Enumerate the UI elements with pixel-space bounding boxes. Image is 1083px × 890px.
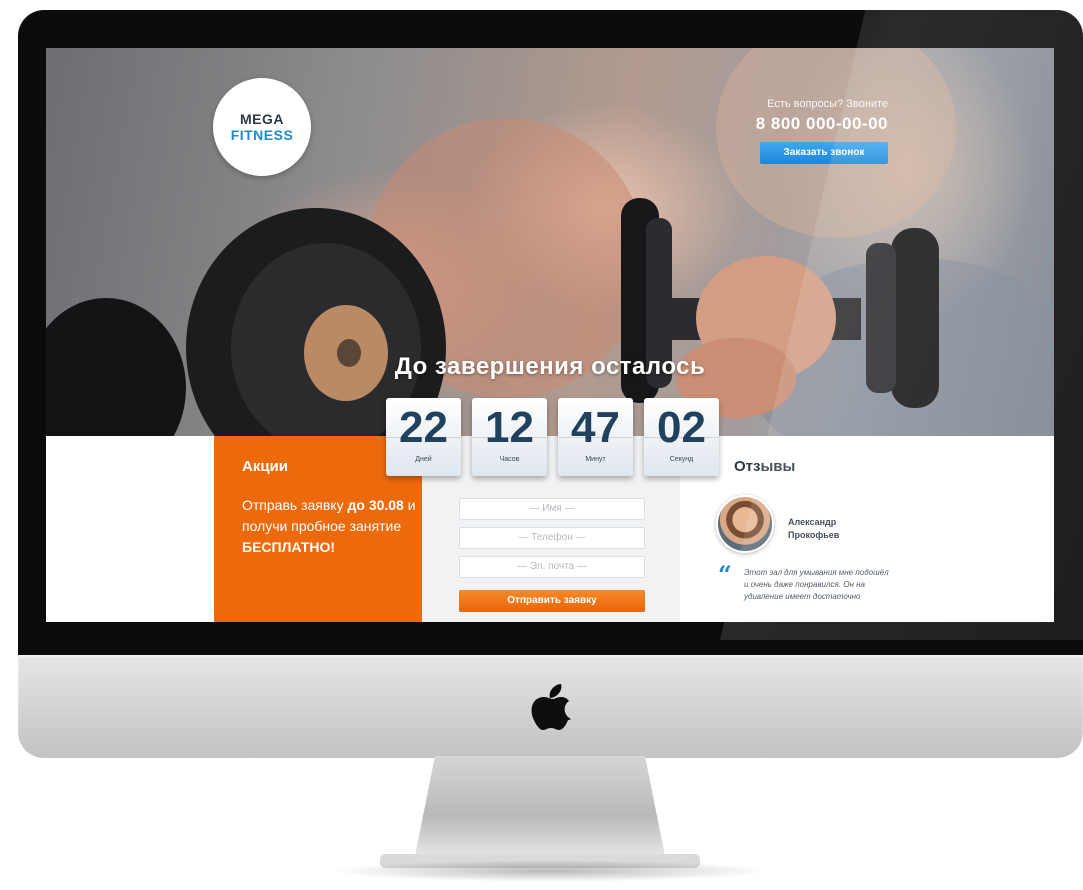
email-input[interactable]: — Эл. почта — [459,556,645,578]
reviewer-first-name: Александр [788,517,837,527]
phone-number[interactable]: 8 800 000-00-00 [756,114,888,134]
countdown-seconds-label: Секунд [669,456,694,463]
reviews-title: Отзывы [734,458,796,475]
reviewer-name: Александр Прокофьев [788,516,839,542]
imac-stand [380,756,700,868]
promo-text-before: Отправь заявку [242,497,348,513]
countdown-hours: 12 Часов [472,398,547,476]
quote-icon: “ [718,560,732,589]
countdown-days-value: 22 [399,403,448,452]
countdown-hours-value: 12 [485,403,534,452]
contact-question: Есть вопросы? Звоните [767,98,888,110]
promo-date: до 30.08 [347,497,404,513]
hero-banner: MEGA FITNESS Есть вопросы? Звоните 8 800… [46,48,1054,436]
countdown-timer: 22 Дней 12 Часов 47 Минут 02 Секунд [386,398,721,480]
logo-text-fitness: FITNESS [230,127,294,143]
countdown-minutes-value: 47 [571,403,620,452]
countdown-minutes: 47 Минут [558,398,633,476]
countdown-days: 22 Дней [386,398,461,476]
reviewer-last-name: Прокофьев [788,530,840,540]
countdown-title: До завершения осталось [394,353,706,380]
promo-text: Отправь заявку до 30.08 и получи пробное… [242,495,422,558]
phone-input[interactable]: — Телефон — [459,527,645,549]
callback-button[interactable]: Заказать звонок [760,142,888,164]
promo-free: БЕСПЛАТНО! [242,539,336,555]
logo-text-mega: MEGA [240,111,284,127]
countdown-seconds: 02 Секунд [644,398,719,476]
review-text: Этот зал для умывания мне подошёл и очен… [744,568,889,601]
countdown-seconds-value: 02 [657,403,706,452]
countdown-minutes-label: Минут [585,456,606,463]
submit-request-button[interactable]: Отправить заявку [459,590,645,612]
countdown-hours-label: Часов [499,456,520,463]
name-input[interactable]: — Имя — [459,498,645,520]
contact-block: Есть вопросы? Звоните 8 800 000-00-00 За… [756,98,888,164]
left-spacer [46,436,214,622]
site-logo[interactable]: MEGA FITNESS [213,78,311,176]
screen: MEGA FITNESS Есть вопросы? Звоните 8 800… [46,48,1054,622]
reviews-panel: Отзывы Александр Прокофьев “ Этот зал дл… [680,436,1054,622]
countdown-days-label: Дней [415,456,432,463]
floor-shadow [330,860,770,882]
reviewer-avatar [716,495,774,553]
apple-logo-icon [531,684,571,730]
